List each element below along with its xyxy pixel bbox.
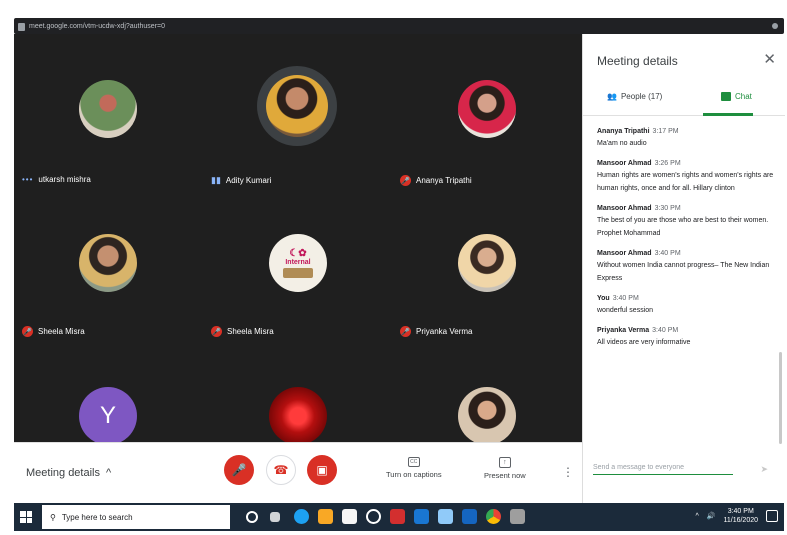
camera-off-icon: ▣ xyxy=(316,463,328,477)
chat-icon xyxy=(721,92,731,101)
search-icon: ⚲ xyxy=(50,512,56,522)
participant-tile[interactable]: 🎤 Priyanka Verma xyxy=(392,194,581,337)
cortana-icon[interactable] xyxy=(246,511,258,523)
chevron-up-icon[interactable]: ^ xyxy=(695,513,698,520)
participant-name: 🎤 Sheela Misra xyxy=(211,326,274,337)
chat-input[interactable]: Send a message to everyone xyxy=(593,464,733,475)
settings-icon[interactable] xyxy=(366,509,381,524)
participant-tile[interactable]: 🎤 Sheela Misra xyxy=(14,194,203,337)
chat-message: Mansoor Ahmad 3:26 PM Human rights are wo… xyxy=(597,160,774,192)
active-tab-indicator xyxy=(703,113,753,116)
mic-toggle-button[interactable]: 🎤 xyxy=(224,455,254,485)
mic-off-icon: 🎤 xyxy=(22,326,33,337)
captions-icon: CC xyxy=(407,457,420,467)
participant-avatar xyxy=(79,234,137,292)
participant-name: ••• utkarsh mishra xyxy=(22,175,91,184)
participant-avatar xyxy=(458,387,516,442)
mic-off-icon: 🎤 xyxy=(231,463,247,477)
logo-text: Internal xyxy=(285,259,311,266)
logo-building-icon xyxy=(283,268,313,278)
participant-name: ▮▮ Adity Kumari xyxy=(211,175,272,185)
participant-name: 🎤 Priyanka Verma xyxy=(400,326,473,337)
participant-avatar xyxy=(79,80,137,138)
close-icon[interactable]: ✕ xyxy=(763,50,776,68)
chat-scrollbar[interactable] xyxy=(779,352,782,444)
chat-message: Ananya Tripathi 3:17 PM Ma'am no audio xyxy=(597,128,679,147)
hang-up-icon: ☎ xyxy=(273,463,289,477)
participant-avatar: ☾✿ Internal xyxy=(269,234,327,292)
leave-call-button[interactable]: ☎ xyxy=(266,455,296,485)
participant-tile[interactable]: ••• utkarsh mishra xyxy=(14,34,203,184)
panel-tabs: 👥 People (17) Chat xyxy=(583,86,785,116)
send-icon[interactable]: ➤ xyxy=(760,464,768,475)
participant-avatar xyxy=(266,75,328,137)
app-icon[interactable] xyxy=(510,509,525,524)
participant-avatar xyxy=(458,234,516,292)
file-explorer-icon[interactable] xyxy=(318,509,333,524)
app-icon[interactable] xyxy=(390,509,405,524)
participant-tile[interactable]: ▮▮ Adity Kumari xyxy=(203,34,392,185)
camera-toggle-button[interactable]: ▣ xyxy=(307,455,337,485)
tab-chat[interactable]: Chat xyxy=(721,92,752,101)
meeting-details-panel: Meeting details ✕ 👥 People (17) Chat Ana… xyxy=(582,34,785,503)
participant-grid: ••• utkarsh mishra ▮▮ Adity Kumari 🎤 Ana… xyxy=(14,34,582,442)
chevron-up-icon: ^ xyxy=(106,467,112,479)
chat-messages: Ananya Tripathi 3:17 PM Ma'am no audio Ma… xyxy=(597,128,777,359)
browser-address-bar: meet.google.com/vtm-ucdw-xdj?authuser=0 xyxy=(14,18,784,34)
present-icon: ↑ xyxy=(498,457,511,468)
taskbar-search[interactable]: ⚲ Type here to search xyxy=(42,505,230,529)
clock[interactable]: 3:40 PM 11/16/2020 xyxy=(723,507,758,525)
participant-name: 🎤 Ananya Tripathi xyxy=(400,175,472,186)
more-dots-icon: ••• xyxy=(22,175,34,184)
chrome-icon[interactable] xyxy=(486,509,501,524)
mail-icon[interactable] xyxy=(414,509,429,524)
participant-tile[interactable] xyxy=(392,349,581,442)
panel-title: Meeting details xyxy=(597,54,678,68)
avatar-letter: Y xyxy=(99,402,116,429)
meeting-details-button[interactable]: Meeting details ^ xyxy=(26,467,111,479)
audio-level-icon: ▮▮ xyxy=(211,175,221,185)
volume-icon[interactable]: 🔊 xyxy=(707,512,716,520)
chat-message: Mansoor Ahmad 3:30 PM The best of you are… xyxy=(597,205,769,237)
extension-icon[interactable] xyxy=(772,23,778,29)
windows-taskbar: ⚲ Type here to search ^ 🔊 3:40 PM 11/16/… xyxy=(14,503,784,531)
call-controls-bar: Meeting details ^ 🎤 ☎ ▣ CC Turn on capti… xyxy=(14,442,582,503)
mic-off-icon: 🎤 xyxy=(400,326,411,337)
tab-people[interactable]: 👥 People (17) xyxy=(607,92,662,101)
captions-button[interactable]: CC Turn on captions xyxy=(386,457,442,479)
url-text: meet.google.com/vtm-ucdw-xdj?authuser=0 xyxy=(29,23,165,30)
chat-message: Priyanka Verma 3:40 PM All videos are ver… xyxy=(597,327,691,346)
mic-off-icon: 🎤 xyxy=(400,175,411,186)
chat-message: Mansoor Ahmad 3:40 PM Without women India… xyxy=(597,250,770,282)
participant-tile[interactable]: Y xyxy=(14,349,203,442)
more-options-icon[interactable]: ⋮ xyxy=(562,465,574,479)
system-tray: ^ 🔊 3:40 PM 11/16/2020 xyxy=(695,507,778,525)
windows-start-icon[interactable] xyxy=(20,511,32,523)
screenshot-frame: meet.google.com/vtm-ucdw-xdj?authuser=0 … xyxy=(0,0,787,535)
chat-message: You 3:40 PM wonderful session xyxy=(597,295,654,314)
edge-icon[interactable] xyxy=(294,509,309,524)
participant-avatar xyxy=(458,80,516,138)
task-view-icon[interactable] xyxy=(270,512,280,522)
store-icon[interactable] xyxy=(342,509,357,524)
participant-avatar xyxy=(269,387,327,442)
word-icon[interactable] xyxy=(462,509,477,524)
url-bar[interactable]: meet.google.com/vtm-ucdw-xdj?authuser=0 xyxy=(18,21,165,32)
app-icon[interactable] xyxy=(438,509,453,524)
participant-tile[interactable] xyxy=(203,349,392,442)
mic-off-icon: 🎤 xyxy=(211,326,222,337)
participant-tile[interactable]: ☾✿ Internal 🎤 Sheela Misra xyxy=(203,194,392,337)
logo-mark-icon: ☾✿ xyxy=(289,248,307,259)
people-icon: 👥 xyxy=(607,92,617,101)
present-button[interactable]: ↑ Present now xyxy=(484,457,526,480)
notifications-icon[interactable] xyxy=(766,510,778,522)
participant-name: 🎤 Sheela Misra xyxy=(22,326,85,337)
participant-avatar: Y xyxy=(79,387,137,442)
participant-tile[interactable]: 🎤 Ananya Tripathi xyxy=(392,34,581,186)
lock-icon xyxy=(18,22,25,31)
